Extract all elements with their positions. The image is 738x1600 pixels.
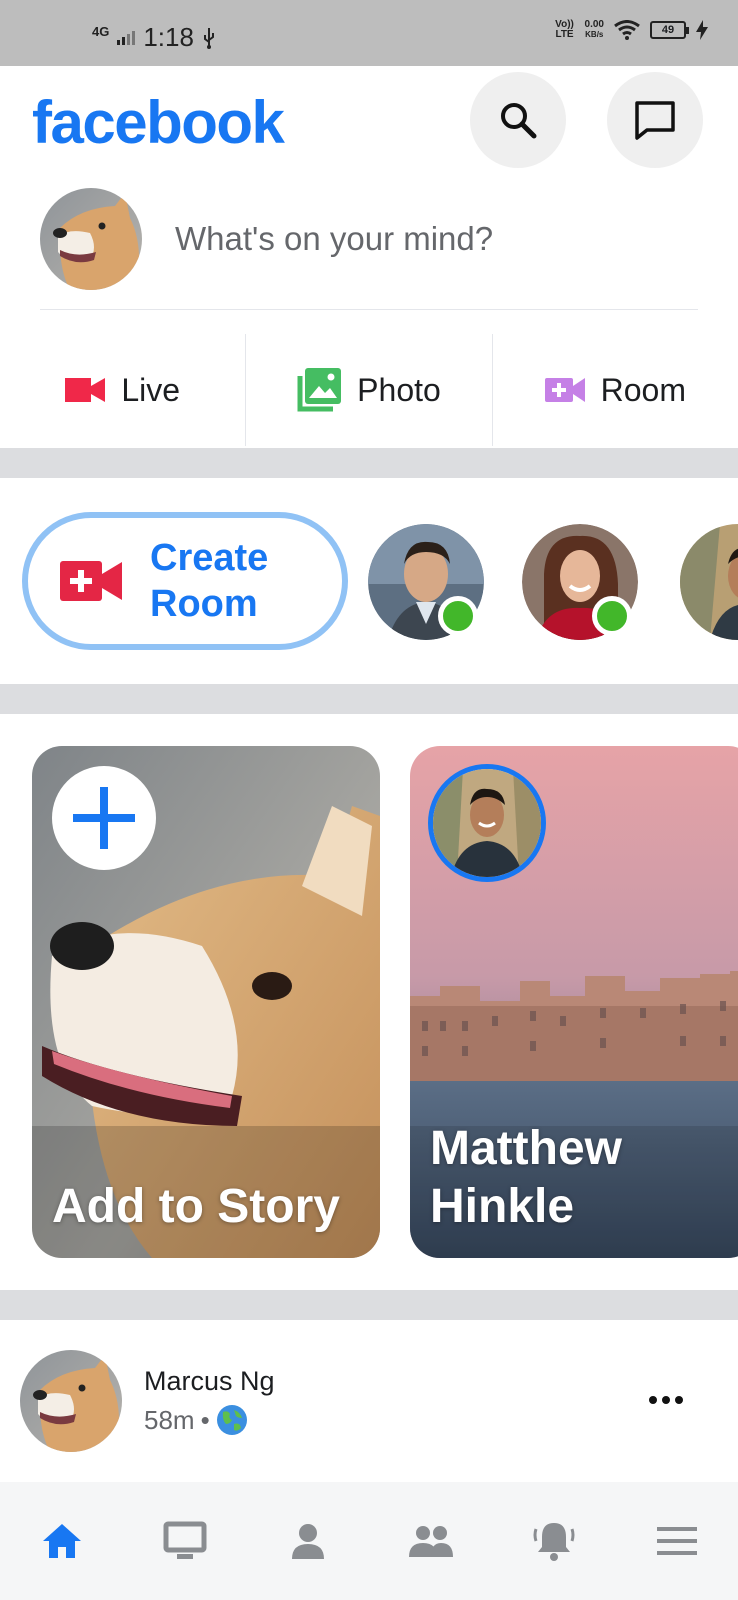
photo-icon <box>297 368 342 412</box>
profile-icon <box>291 1524 324 1559</box>
nav-home[interactable] <box>0 1482 123 1600</box>
menu-icon <box>656 1527 697 1555</box>
post-options-button[interactable] <box>640 1380 692 1420</box>
more-icon <box>649 1396 683 1404</box>
post-composer[interactable]: What's on your mind? <box>40 188 698 310</box>
globe-icon <box>216 1405 247 1435</box>
add-story-button[interactable] <box>52 766 156 870</box>
room-button[interactable]: Room <box>493 334 738 446</box>
composer-actions: Live Photo Room <box>0 334 738 446</box>
network-type: 4G <box>92 24 110 39</box>
story-card[interactable]: Matthew Hinkle <box>410 746 738 1258</box>
online-friend-avatar[interactable] <box>368 524 484 640</box>
section-divider <box>0 1290 738 1320</box>
watch-icon <box>163 1521 206 1559</box>
online-friend-avatar[interactable] <box>522 524 638 640</box>
signal-icon <box>117 30 136 45</box>
online-status-dot <box>592 596 632 636</box>
post-author-name[interactable]: Marcus Ng <box>144 1366 275 1397</box>
wifi-icon <box>614 20 640 40</box>
home-icon <box>42 1524 81 1558</box>
nav-profile[interactable] <box>246 1482 369 1600</box>
create-room-label: Create Room <box>150 537 269 625</box>
feed-post: Marcus Ng 58m • <box>0 1320 738 1482</box>
photo-button[interactable]: Photo <box>246 334 493 446</box>
room-icon <box>544 378 585 402</box>
network-speed: 0.00 KB/s <box>584 19 604 40</box>
meta-separator: • <box>200 1404 210 1435</box>
nav-watch[interactable] <box>123 1482 246 1600</box>
post-time[interactable]: 58m <box>144 1405 195 1436</box>
online-status-dot <box>438 596 478 636</box>
messenger-button[interactable] <box>607 72 703 168</box>
post-meta: 58m • <box>144 1404 248 1436</box>
plus-icon <box>73 787 135 849</box>
facebook-logo: facebook <box>32 89 285 156</box>
composer-placeholder[interactable]: What's on your mind? <box>175 220 493 258</box>
charging-icon <box>696 20 708 40</box>
avatar[interactable] <box>40 188 142 290</box>
app-header: facebook <box>0 66 738 178</box>
section-divider <box>0 448 738 478</box>
messenger-icon <box>635 101 675 140</box>
battery-indicator: 49 <box>650 21 689 39</box>
search-icon <box>501 103 537 139</box>
live-label: Live <box>121 371 181 408</box>
photo-label: Photo <box>357 371 441 408</box>
live-button[interactable]: Live <box>0 334 247 446</box>
stories-section: Add to Story Matthew Hinkle <box>0 714 738 1288</box>
notifications-icon <box>533 1523 574 1561</box>
rooms-section: Create Room <box>0 478 738 683</box>
story-author-name: Matthew Hinkle <box>430 1122 622 1233</box>
story-author-avatar[interactable] <box>428 764 546 882</box>
section-divider <box>0 684 738 714</box>
nav-menu[interactable] <box>615 1482 738 1600</box>
create-room-button[interactable]: Create Room <box>22 512 348 650</box>
volte-indicator: Vo)) LTE <box>555 19 574 40</box>
bottom-navigation <box>0 1482 738 1600</box>
avatar[interactable] <box>20 1350 122 1452</box>
video-camera-icon <box>65 378 106 402</box>
add-story-card[interactable]: Add to Story <box>32 746 380 1258</box>
nav-notifications[interactable] <box>492 1482 615 1600</box>
status-time: 1:18 <box>143 22 194 52</box>
add-story-label: Add to Story <box>52 1180 340 1233</box>
online-friend-avatar[interactable] <box>680 524 738 640</box>
search-button[interactable] <box>470 72 566 168</box>
room-label: Room <box>600 371 686 408</box>
groups-icon <box>408 1526 453 1557</box>
usb-icon <box>203 27 214 49</box>
room-video-icon <box>60 561 122 601</box>
nav-groups[interactable] <box>369 1482 492 1600</box>
status-bar: 4G 1:18 Vo)) LTE 0.00 KB/s 49 <box>0 0 738 66</box>
